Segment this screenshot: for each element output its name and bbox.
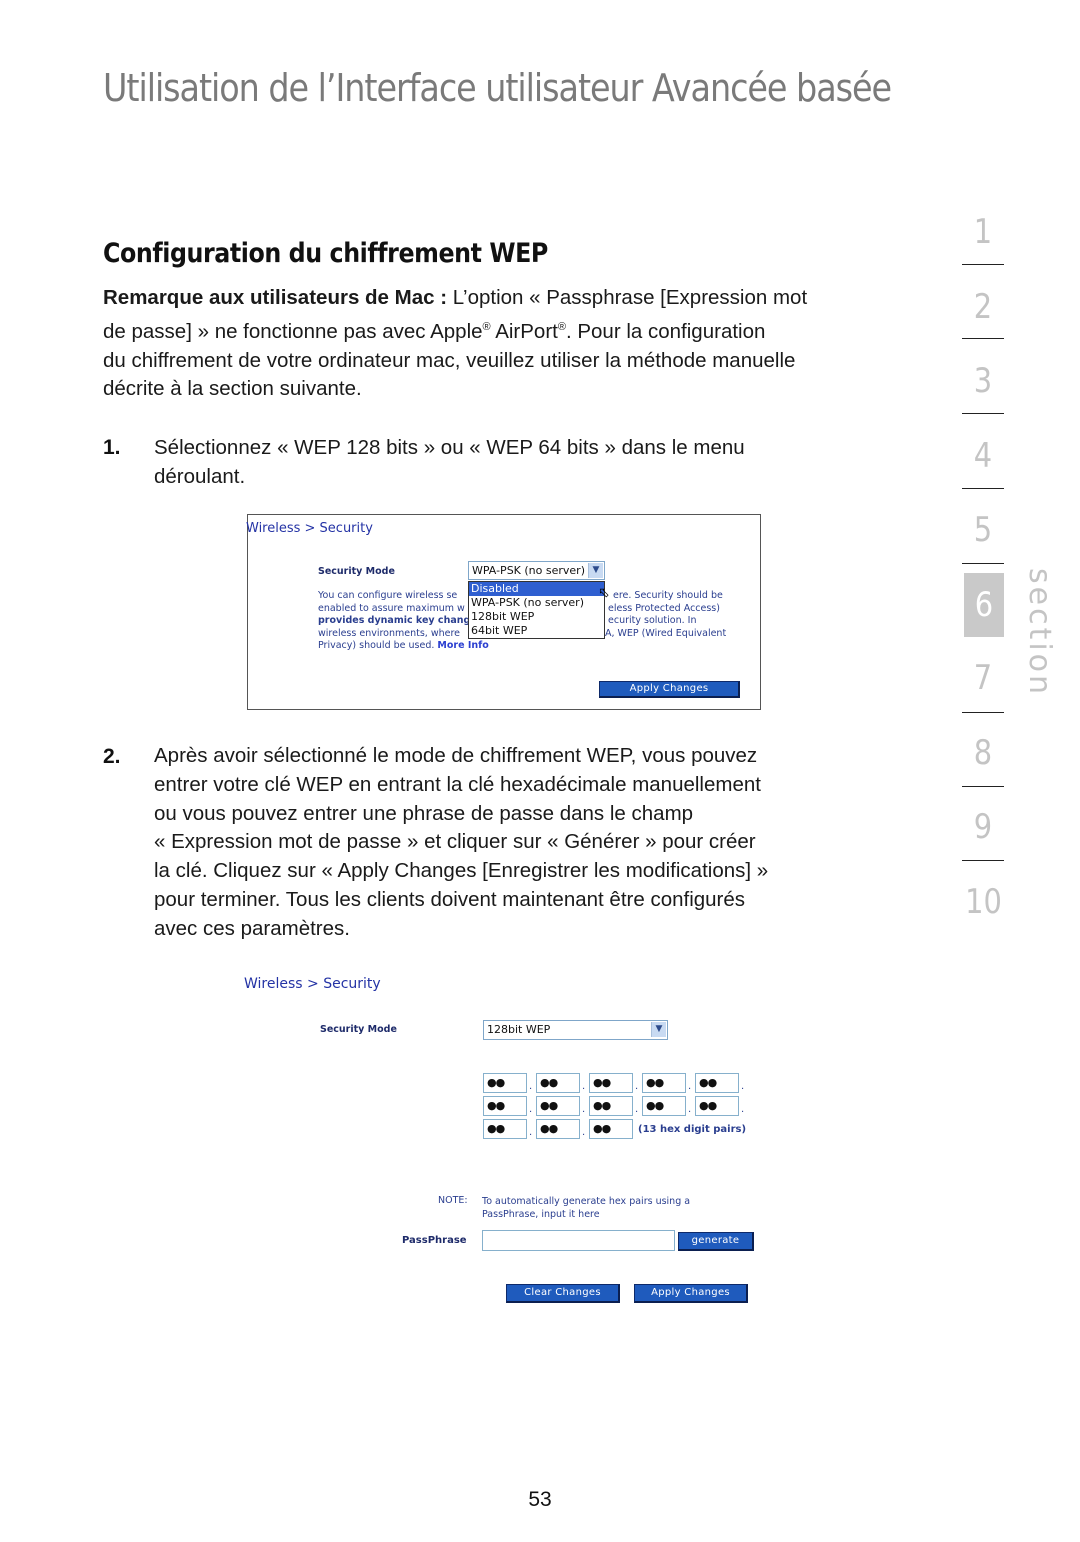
mac-note: Remarque aux utilisateurs de Mac : L’opt… — [103, 286, 808, 401]
section-divider — [962, 413, 1004, 414]
more-info-link[interactable]: More Info — [437, 640, 488, 651]
chevron-down-icon[interactable]: ▼ — [651, 1022, 666, 1037]
page-title: Utilisation de l’Interface utilisateur A… — [103, 66, 892, 110]
step-number: 2. — [103, 745, 121, 768]
hex-separator: . — [688, 1081, 692, 1092]
hex-key-field[interactable]: ●● — [483, 1119, 527, 1139]
step-text: Sélectionnez « WEP 128 bits » ou « WEP 6… — [154, 436, 745, 488]
section-nav-item[interactable]: 9 — [965, 807, 1001, 847]
hex-key-field[interactable]: ●● — [536, 1096, 580, 1116]
hex-separator: . — [529, 1104, 533, 1115]
security-mode-select[interactable]: WPA-PSK (no server) ▼ — [468, 561, 605, 580]
hex-separator: . — [688, 1104, 692, 1115]
wep-key-screenshot: Wireless > Security Security Mode 128bit… — [230, 965, 770, 1315]
step-text: Après avoir sélectionné le mode de chiff… — [154, 744, 769, 940]
hex-key-field[interactable]: ●● — [589, 1119, 633, 1139]
mouse-pointer-icon: ⬁ — [598, 585, 610, 601]
apply-changes-button[interactable]: Apply Changes — [599, 681, 740, 698]
hex-separator: . — [635, 1104, 639, 1115]
section-divider — [962, 786, 1004, 787]
section-nav-item[interactable]: 5 — [965, 510, 1001, 550]
dropdown-option-64bit-wep[interactable]: 64bit WEP — [469, 624, 604, 638]
hex-key-field[interactable]: ●● — [483, 1073, 527, 1093]
dropdown-option-disabled[interactable]: Disabled — [469, 582, 604, 596]
hex-separator: . — [582, 1104, 586, 1115]
note-text: To automatically generate hex pairs usin… — [482, 1196, 691, 1220]
security-mode-label: Security Mode — [320, 1024, 397, 1035]
section-nav-item[interactable]: 4 — [965, 436, 1001, 476]
breadcrumb[interactable]: Wireless > Security — [244, 976, 381, 992]
step-number: 1. — [103, 436, 121, 459]
hex-separator: . — [741, 1104, 745, 1115]
clear-changes-button[interactable]: Clear Changes — [506, 1284, 620, 1303]
security-mode-select[interactable]: 128bit WEP ▼ — [483, 1020, 668, 1040]
section-nav-item[interactable]: 1 — [965, 212, 1001, 252]
section-nav-item[interactable]: 10 — [965, 882, 1002, 922]
hex-separator: . — [582, 1127, 586, 1138]
section-nav-item[interactable]: 3 — [965, 361, 1001, 401]
security-mode-screenshot-dropdown: Wireless > Security Security Mode You ca… — [246, 514, 761, 710]
section-nav-item[interactable]: 8 — [965, 733, 1001, 773]
dropdown-option-wpa-psk[interactable]: WPA-PSK (no server) — [469, 596, 604, 610]
apply-changes-button[interactable]: Apply Changes — [634, 1284, 748, 1303]
hex-key-field[interactable]: ●● — [589, 1096, 633, 1116]
mac-note-bold: Remarque aux utilisateurs de Mac : — [103, 286, 448, 309]
passphrase-label: PassPhrase — [402, 1235, 467, 1246]
section-divider — [962, 264, 1004, 265]
hex-key-field[interactable]: ●● — [642, 1073, 686, 1093]
section-divider — [962, 860, 1004, 861]
generate-button[interactable]: generate — [678, 1232, 754, 1251]
security-mode-label: Security Mode — [318, 566, 395, 577]
security-mode-dropdown-list: Disabled WPA-PSK (no server) 128bit WEP … — [468, 581, 605, 639]
section-nav-item[interactable]: 7 — [965, 658, 1001, 698]
hex-separator: . — [635, 1081, 639, 1092]
hex-key-field[interactable]: ●● — [589, 1073, 633, 1093]
hex-key-field[interactable]: ●● — [642, 1096, 686, 1116]
section-label: section — [1022, 568, 1057, 698]
passphrase-input[interactable] — [482, 1230, 675, 1251]
section-divider — [962, 488, 1004, 489]
page-number: 53 — [528, 1488, 552, 1511]
dropdown-option-128bit-wep[interactable]: 128bit WEP — [469, 610, 604, 624]
hex-key-field[interactable]: ●● — [536, 1119, 580, 1139]
section-number: 6 — [974, 585, 994, 625]
hex-key-field[interactable]: ●● — [483, 1096, 527, 1116]
section-divider — [962, 563, 1004, 564]
breadcrumb[interactable]: Wireless > Security — [246, 521, 373, 536]
hex-key-field[interactable]: ●● — [536, 1073, 580, 1093]
hex-separator: . — [582, 1081, 586, 1092]
hex-key-field[interactable]: ●● — [695, 1073, 739, 1093]
hex-separator: . — [529, 1081, 533, 1092]
hex-pairs-hint: (13 hex digit pairs) — [638, 1124, 747, 1135]
section-heading: Configuration du chiffrement WEP — [103, 238, 548, 269]
note-label: NOTE: — [438, 1195, 468, 1206]
section-divider — [962, 712, 1004, 713]
hex-key-field[interactable]: ●● — [695, 1096, 739, 1116]
hex-separator: . — [741, 1081, 745, 1092]
hex-separator: . — [529, 1127, 533, 1138]
chevron-down-icon[interactable]: ▼ — [588, 563, 603, 578]
section-nav-item[interactable]: 2 — [965, 287, 1001, 327]
section-divider — [962, 338, 1004, 339]
section-nav-item-active[interactable]: 6 — [964, 573, 1004, 637]
